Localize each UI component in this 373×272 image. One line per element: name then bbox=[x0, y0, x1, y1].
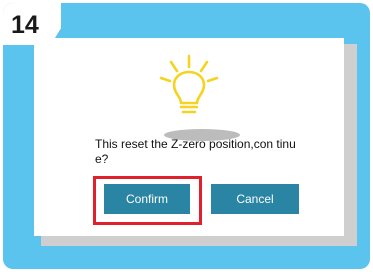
dialog-message: This reset the Z-zero position,con tinue… bbox=[95, 137, 296, 166]
lightbulb-icon bbox=[159, 54, 219, 114]
confirm-highlight-box bbox=[93, 176, 202, 225]
cancel-button[interactable]: Cancel bbox=[211, 184, 299, 214]
step-number: 14 bbox=[11, 11, 39, 39]
